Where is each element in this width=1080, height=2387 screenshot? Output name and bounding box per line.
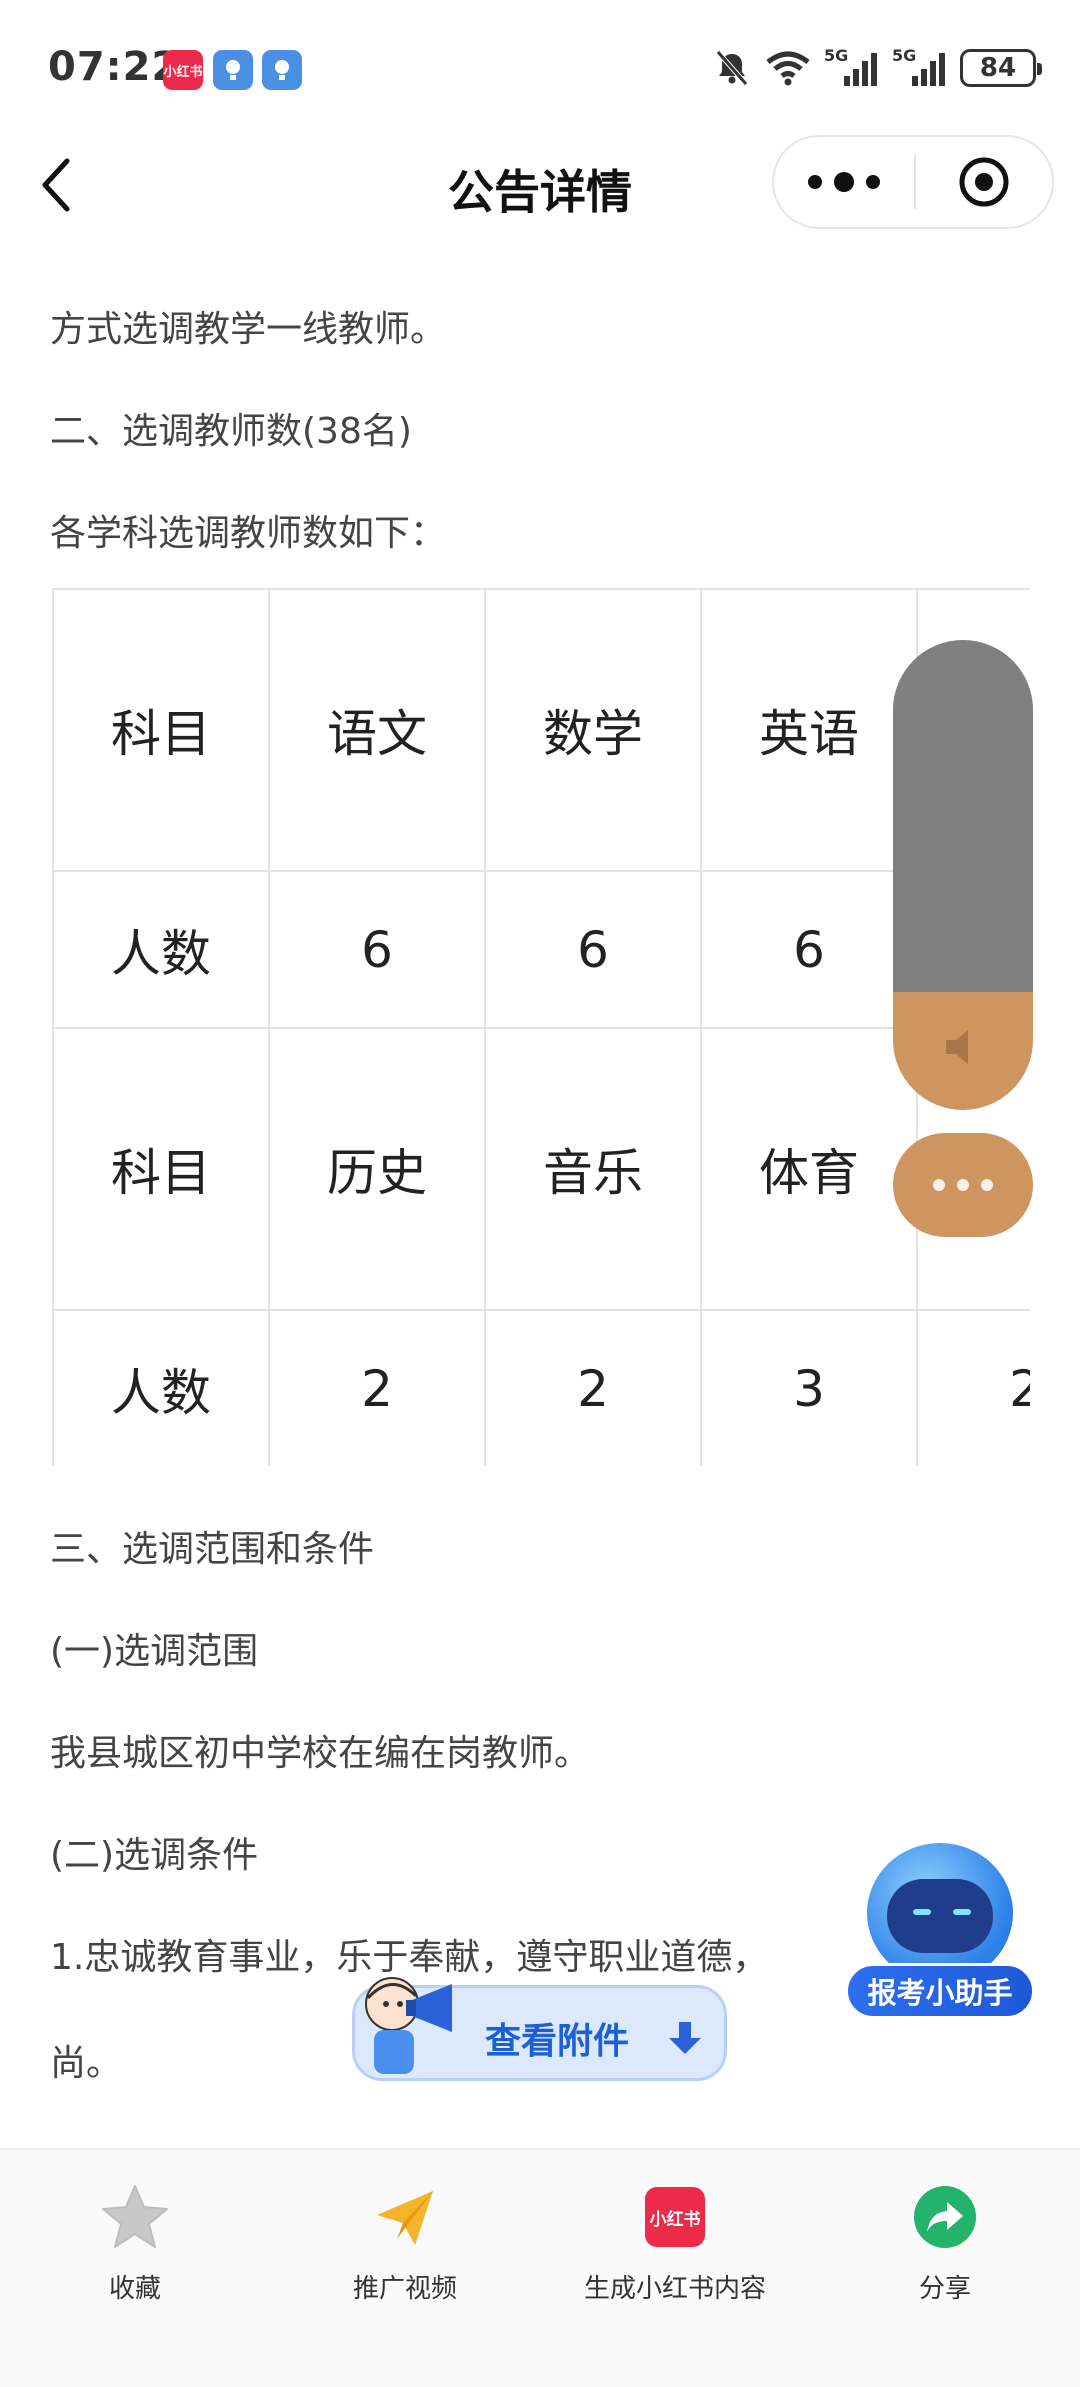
dot [866,175,880,189]
speaker-icon [893,1012,1033,1082]
promo-video-tab[interactable]: 推广视频 [270,2180,540,2330]
cell-signal-icon: 5G [824,46,880,88]
tab-label: 收藏 [108,2274,161,2304]
table-cell: 英语 [700,588,918,872]
star-icon [100,2180,170,2254]
dot [834,172,854,192]
battery-indicator: 84 [960,49,1042,87]
app-notification-icon [262,50,302,90]
table-cell: 人数 [52,1309,270,1466]
section-heading: 三、选调范围和条件 [50,1529,375,1570]
table-cell: 音乐 [484,1027,702,1311]
table-row: 科目 语文 数学 英语 [52,588,1030,872]
subsection-heading: (二)选调条件 [50,1835,259,1876]
xiaohongshu-badge: 小红书 [645,2187,705,2247]
robot-eye [953,1909,971,1915]
table-row: 人数 2 2 3 2 [52,1309,1030,1466]
tab-label: 生成小红书内容 [583,2274,766,2304]
app-notification-icon [213,50,253,90]
share-icon [914,2180,976,2254]
tab-label: 推广视频 [352,2274,457,2304]
assistant-label: 报考小助手 [845,1963,1035,2019]
table-cell: 科目 [52,588,270,872]
content-paragraph: 方式选调教学一线教师。 [50,309,447,350]
table-cell: 6 [700,870,918,1029]
generate-xiaohongshu-tab[interactable]: 小红书 生成小红书内容 [540,2180,810,2330]
dot [981,1179,993,1191]
bottom-action-bar: 收藏 推广视频 小红书 生成小红书内容 分享 [0,2148,1080,2387]
table-cell: 6 [484,870,702,1029]
cell-signal-icon: 5G [892,46,948,88]
xiaohongshu-notification-icon: 小红书 [163,50,203,90]
table-cell: 3 [700,1309,918,1466]
table-cell: 2 [916,1309,1030,1466]
target-circle-icon [959,157,1009,207]
table-cell: 人数 [52,870,270,1029]
dot [808,175,822,189]
content-paragraph: 各学科选调教师数如下： [50,513,447,554]
robot-eye [913,1909,931,1915]
content-paragraph: 我县城区初中学校在编在岗教师。 [50,1733,591,1774]
table-cell: 语文 [268,588,486,872]
table-cell: 体育 [700,1027,918,1311]
exam-assistant-button[interactable]: 报考小助手 [845,1843,1035,2023]
silent-bell-icon [716,50,748,86]
tab-label: 分享 [918,2274,971,2304]
status-time: 07:22 [48,44,181,90]
floating-more-button[interactable] [893,1133,1033,1237]
table-cell: 数学 [484,588,702,872]
volume-track [893,640,1033,992]
content-paragraph: 尚。 [50,2043,123,2084]
status-bar: 07:22 小红书 5G 5G 84 [0,0,1080,140]
volume-slider[interactable] [893,640,1033,1110]
dot [957,1179,969,1191]
favorite-tab[interactable]: 收藏 [0,2180,270,2330]
table-row: 科目 历史 音乐 体育 [52,1027,1030,1311]
close-mini-program-button[interactable] [916,137,1052,227]
section-heading: 二、选调教师数(38名) [50,411,412,452]
table-cell: 6 [268,870,486,1029]
system-icons: 5G 5G 84 [712,46,1042,90]
xiaohongshu-icon: 小红书 [645,2180,705,2254]
table-cell: 历史 [268,1027,486,1311]
subject-table-container[interactable]: 科目 语文 数学 英语 人数 6 6 6 科目 历史 音乐 体育 人数 2 2 … [52,588,1030,1466]
robot-icon [867,1843,1013,1983]
navigation-bar: 公告详情 [0,130,1080,240]
arrow-down-icon [669,2022,701,2054]
attachment-label: 查看附件 [485,2021,630,2062]
subject-table: 科目 语文 数学 英语 人数 6 6 6 科目 历史 音乐 体育 人数 2 2 … [52,588,1030,1466]
mini-program-capsule [772,135,1054,229]
subsection-heading: (一)选调范围 [50,1631,259,1672]
table-cell: 2 [484,1309,702,1466]
table-cell: 2 [268,1309,486,1466]
paper-plane-icon [373,2180,437,2254]
table-row: 人数 6 6 6 [52,870,1030,1029]
table-cell: 科目 [52,1027,270,1311]
more-options-button[interactable] [774,137,914,227]
mascot-megaphone-icon [365,1977,452,2074]
wifi-icon [766,51,810,86]
robot-face [887,1879,993,1953]
dot [933,1179,945,1191]
share-tab[interactable]: 分享 [810,2180,1080,2330]
